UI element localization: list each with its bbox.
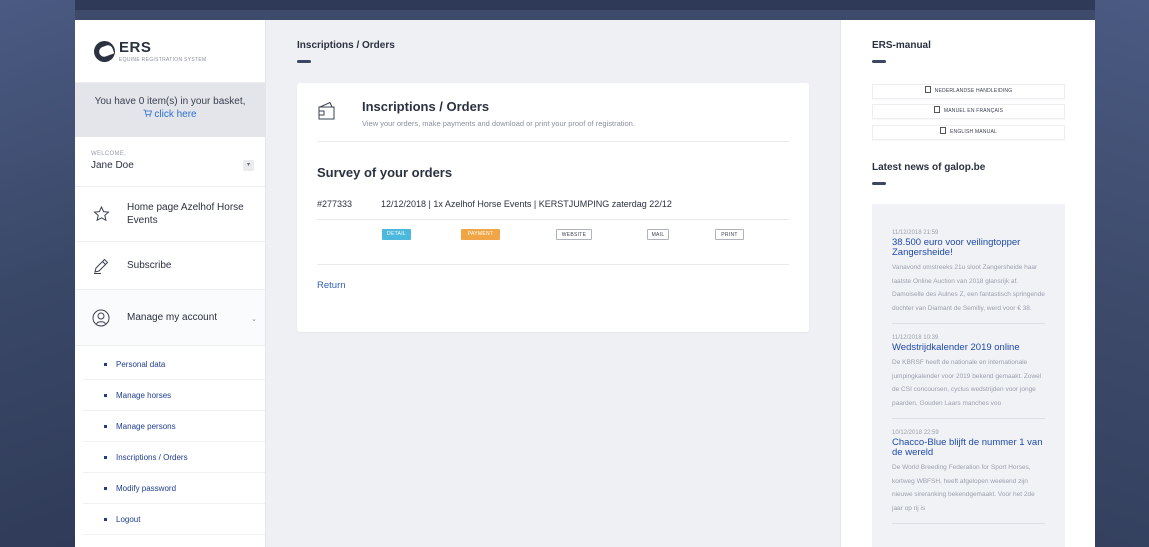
submenu-item-label: Inscriptions / Orders <box>116 452 188 462</box>
mail-button[interactable]: MAIL <box>647 229 669 240</box>
news-date: 11/12/2018 10:39 <box>892 335 939 341</box>
breadcrumb-underline <box>297 60 311 63</box>
news-date: 10/12/2018 22:59 <box>892 430 939 436</box>
sidebar-item-account-label: Manage my account <box>127 312 218 323</box>
sidebar-item-home[interactable]: Home page Azelhof Horse Events <box>75 187 265 242</box>
pdf-icon <box>933 106 940 114</box>
news-headline[interactable]: Chacco-Blue blijft de nummer 1 van de we… <box>892 438 1045 458</box>
manual-fr-button[interactable]: MANUEL EN FRANÇAIS <box>872 104 1065 119</box>
submenu-item-label: Manage horses <box>116 390 172 400</box>
manual-en-label: ENGLISH MANUAL <box>950 129 997 135</box>
news-headline[interactable]: 38.500 euro voor veilingtopper Zangershe… <box>892 238 1045 258</box>
welcome-label: WELCOME, <box>91 151 127 157</box>
submenu-item-logout[interactable]: Logout <box>83 504 265 535</box>
bullet-icon <box>104 486 107 490</box>
manual-nl-button[interactable]: NEDERLANDSE HANDLEIDING <box>872 84 1065 99</box>
detail-button[interactable]: DETAIL <box>382 229 411 240</box>
sidebar-item-home-label: Home page Azelhof Horse Events <box>127 202 244 226</box>
pdf-icon <box>924 86 931 94</box>
background-left <box>0 0 75 547</box>
user-circle-icon <box>91 308 111 328</box>
chevron-down-icon: ▾ <box>246 162 250 168</box>
manual-title-underline <box>872 60 886 63</box>
logo-icon <box>94 40 115 62</box>
basket-text: You have 0 item(s) in your basket, <box>94 96 246 107</box>
return-link[interactable]: Return <box>317 280 346 291</box>
logo[interactable]: ERS EQUINE REGISTRATION SYSTEM <box>75 20 265 83</box>
manual-en-button[interactable]: ENGLISH MANUAL <box>872 125 1065 140</box>
card-title: Inscriptions / Orders <box>362 99 490 114</box>
bullet-icon <box>104 393 107 397</box>
wallet-icon <box>317 101 337 121</box>
card-header: Inscriptions / Orders View your orders, … <box>317 97 789 142</box>
order-actions: DETAIL PAYMENT WEBSITE MAIL PRINT <box>317 229 789 265</box>
sidebar-item-account[interactable]: Manage my account ⌄ <box>75 290 265 346</box>
news-panel: 11/12/2018 21:59 38.500 euro voor veilin… <box>872 204 1065 547</box>
news-title-underline <box>872 182 886 185</box>
submenu-item-manage-horses[interactable]: Manage horses <box>83 380 265 411</box>
basket-link-label: click here <box>154 109 197 120</box>
background-top <box>0 0 1149 10</box>
manual-fr-label: MANUEL EN FRANÇAIS <box>943 108 1004 114</box>
logo-name: ERS <box>119 38 152 56</box>
basket-link[interactable]: click here <box>75 108 265 121</box>
pencil-icon <box>91 256 111 276</box>
news-title: Latest news of galop.be <box>872 162 986 173</box>
orders-card: Inscriptions / Orders View your orders, … <box>297 83 809 332</box>
submenu-item-manage-persons[interactable]: Manage persons <box>83 411 265 442</box>
news-body: De World Breeding Federation for Sport H… <box>892 464 1035 512</box>
bullet-icon <box>104 362 107 366</box>
submenu-item-personal-data[interactable]: Personal data <box>83 349 265 380</box>
sidebar: ERS EQUINE REGISTRATION SYSTEM You have … <box>75 20 266 547</box>
welcome-box: WELCOME, Jane Doe ▾ <box>75 137 265 187</box>
news-body: De KBRSF heeft de nationale en internati… <box>892 359 1042 407</box>
manual-title: ERS-manual <box>872 40 931 51</box>
logo-subtitle: EQUINE REGISTRATION SYSTEM <box>119 56 207 63</box>
background-right <box>1095 0 1149 547</box>
order-number: #277333 <box>317 199 353 209</box>
cart-icon <box>143 108 153 121</box>
submenu-item-label: Modify password <box>116 483 177 493</box>
bullet-icon <box>104 455 107 459</box>
print-button[interactable]: PRINT <box>715 229 744 240</box>
news-item[interactable]: 10/12/2018 22:59 Chacco-Blue blijft de n… <box>892 430 1045 524</box>
survey-title: Survey of your orders <box>317 165 453 180</box>
user-name: Jane Doe <box>91 160 134 171</box>
basket-box: You have 0 item(s) in your basket, click… <box>75 83 265 137</box>
news-body: Vanavond omstreeks 21u sloot Zangersheid… <box>892 264 1045 312</box>
app-frame: ERS EQUINE REGISTRATION SYSTEM You have … <box>75 20 1095 547</box>
news-date: 11/12/2018 21:59 <box>892 230 939 236</box>
news-item[interactable]: 11/12/2018 10:39 Wedstrijdkalender 2019 … <box>892 335 1045 419</box>
news-headline[interactable]: Wedstrijdkalender 2019 online <box>892 343 1045 353</box>
payment-button[interactable]: PAYMENT <box>461 229 500 240</box>
order-row: #277333 12/12/2018 | 1x Azelhof Horse Ev… <box>317 199 789 220</box>
manual-nl-label: NEDERLANDSE HANDLEIDING <box>934 88 1013 94</box>
user-dropdown-button[interactable]: ▾ <box>243 160 254 171</box>
account-submenu: Personal data Manage horses Manage perso… <box>75 346 265 535</box>
breadcrumb: Inscriptions / Orders <box>297 40 395 51</box>
card-description: View your orders, make payments and down… <box>362 119 635 128</box>
sidebar-item-subscribe[interactable]: Subscribe <box>75 242 265 290</box>
website-button[interactable]: WEBSITE <box>556 229 592 240</box>
submenu-item-label: Personal data <box>116 359 166 369</box>
submenu-item-inscriptions[interactable]: Inscriptions / Orders <box>83 442 265 473</box>
bullet-icon <box>104 517 107 521</box>
right-panel: ERS-manual NEDERLANDSE HANDLEIDING MANUE… <box>840 20 1095 547</box>
submenu-item-label: Manage persons <box>116 421 176 431</box>
bullet-icon <box>104 424 107 428</box>
submenu-item-label: Logout <box>116 514 141 524</box>
sidebar-item-subscribe-label: Subscribe <box>127 260 172 271</box>
news-item[interactable]: 11/12/2018 21:59 38.500 euro voor veilin… <box>892 230 1045 324</box>
submenu-item-modify-password[interactable]: Modify password <box>83 473 265 504</box>
order-info: 12/12/2018 | 1x Azelhof Horse Events | K… <box>381 199 672 209</box>
star-icon <box>91 204 111 224</box>
pdf-icon <box>940 127 946 135</box>
chevron-down-icon: ⌄ <box>251 316 257 323</box>
